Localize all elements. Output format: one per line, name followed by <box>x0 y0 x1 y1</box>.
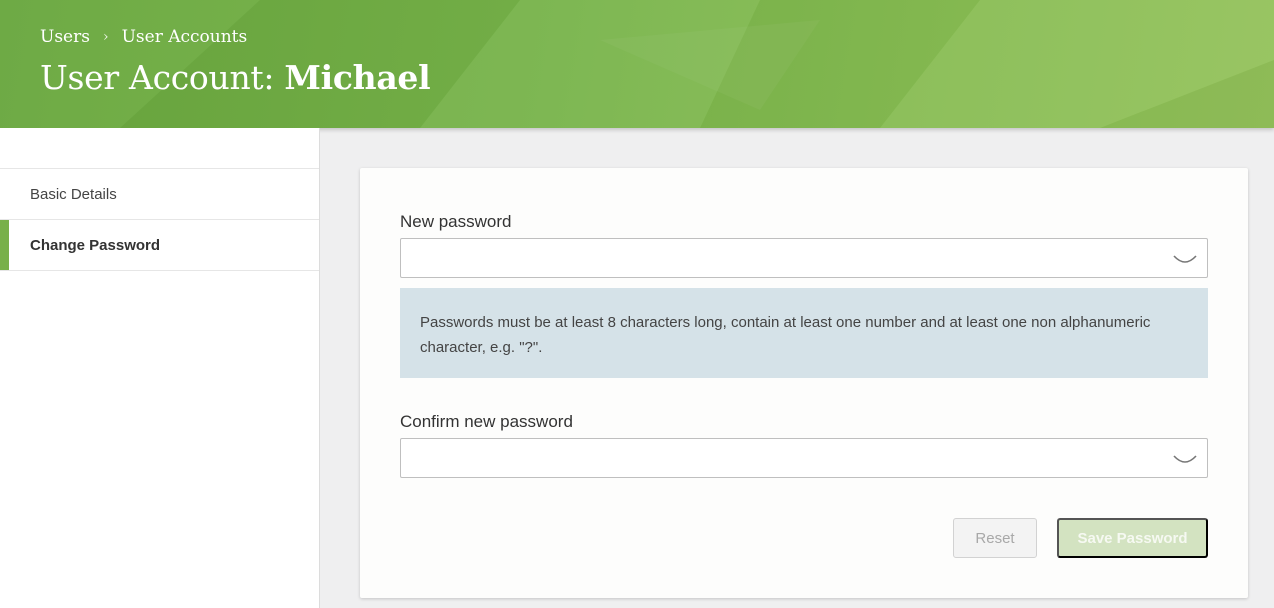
breadcrumb-separator: › <box>102 29 109 45</box>
new-password-input[interactable] <box>401 239 1207 277</box>
new-password-label: New password <box>400 212 512 231</box>
sidebar-divider <box>0 128 319 169</box>
breadcrumb: Users › User Accounts <box>40 27 247 47</box>
hidden-password-eye-icon[interactable] <box>1172 453 1198 467</box>
page-title-username: Michael <box>284 58 431 97</box>
hidden-password-eye-icon[interactable] <box>1172 253 1198 267</box>
breadcrumb-user-accounts-link[interactable]: User Accounts <box>122 27 248 47</box>
page-title: User Account: Michael <box>40 58 431 97</box>
sidebar-item-label: Change Password <box>30 236 161 254</box>
new-password-field-wrapper <box>400 238 1208 278</box>
confirm-password-label: Confirm new password <box>400 412 573 431</box>
confirm-password-input[interactable] <box>401 439 1207 477</box>
password-requirements-hint: Passwords must be at least 8 characters … <box>400 288 1208 378</box>
page-header: Users › User Accounts User Account: Mich… <box>0 0 1274 128</box>
sidebar: Basic Details Change Password <box>0 128 320 608</box>
reset-button[interactable]: Reset <box>953 518 1037 558</box>
sidebar-item-label: Basic Details <box>30 185 117 203</box>
change-password-card: New password Passwords must be at least … <box>360 168 1248 598</box>
sidebar-item-change-password[interactable]: Change Password <box>0 220 319 271</box>
sidebar-item-basic-details[interactable]: Basic Details <box>0 169 319 220</box>
save-password-button[interactable]: Save Password <box>1057 518 1208 558</box>
confirm-password-field-wrapper <box>400 438 1208 478</box>
breadcrumb-users-link[interactable]: Users <box>40 27 90 47</box>
page-title-prefix: User Account: <box>40 58 285 97</box>
